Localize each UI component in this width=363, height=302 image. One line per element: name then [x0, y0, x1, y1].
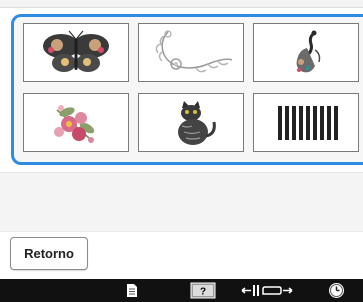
pattern-tile-cat[interactable] — [138, 93, 244, 152]
pattern-tile-flower-bouquet[interactable] — [23, 93, 129, 152]
pattern-tile-peacock[interactable] — [253, 23, 359, 82]
pattern-tile-color-stripes[interactable] — [253, 93, 359, 152]
peacock-pattern-icon — [296, 30, 321, 72]
color-stripes-pattern-icon — [278, 105, 338, 140]
status-bar: ? — [0, 279, 363, 302]
top-strip — [0, 0, 363, 8]
butterfly-pattern-icon — [43, 30, 109, 72]
help-icon-text: ? — [200, 287, 206, 298]
back-button[interactable]: Retorno — [10, 237, 88, 270]
back-button-label: Retorno — [24, 246, 74, 261]
lower-panel-band — [0, 172, 363, 232]
floral-vine-corner-pattern-icon — [155, 29, 233, 72]
cat-pattern-icon — [178, 100, 216, 145]
pattern-tile-butterfly[interactable] — [23, 23, 129, 82]
help-icon[interactable]: ? — [190, 282, 216, 299]
clock-icon[interactable] — [327, 282, 345, 299]
document-icon[interactable] — [124, 282, 140, 299]
flower-bouquet-pattern-icon — [54, 104, 95, 143]
pattern-tile-floral-vine[interactable] — [138, 23, 244, 82]
presser-foot-width-icon[interactable] — [241, 282, 293, 299]
